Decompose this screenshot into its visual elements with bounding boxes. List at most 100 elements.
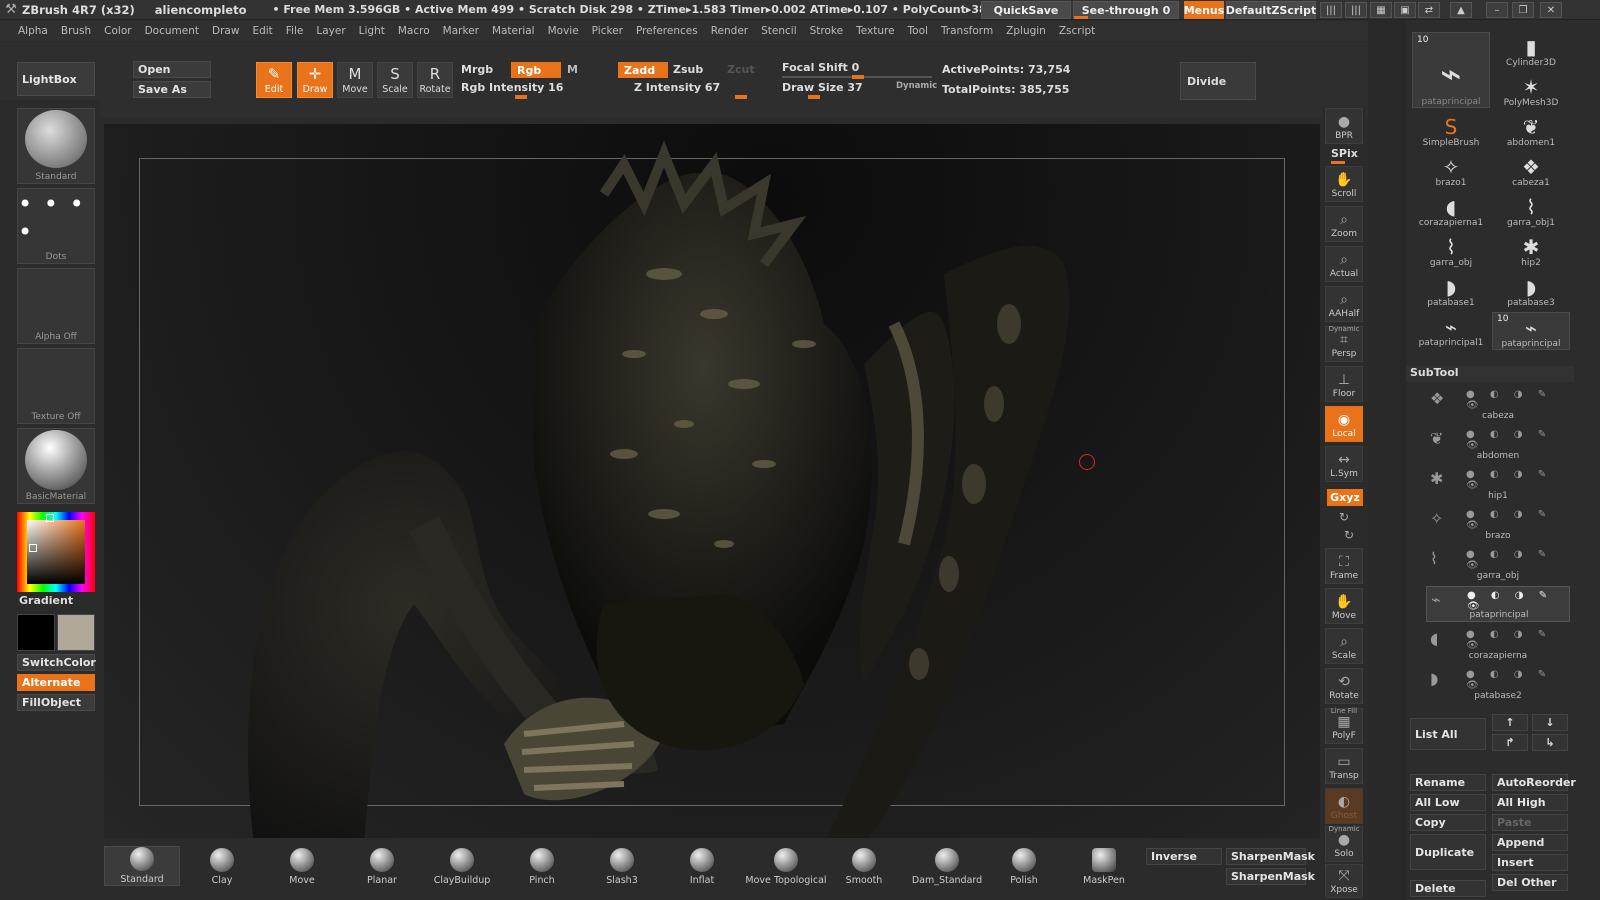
subtool-visibility-icons[interactable]: ● ◐ ◑ ✎ 👁 <box>1467 590 1569 612</box>
scroll-button[interactable]: ✋ Scroll <box>1325 166 1363 202</box>
scroll-right-icon[interactable]: ||| <box>1345 2 1367 18</box>
layout-swap-icon[interactable]: ⇄ <box>1418 2 1440 18</box>
alternate-button[interactable]: Alternate <box>17 674 95 691</box>
maximize-icon[interactable]: ❐ <box>1512 2 1534 18</box>
move-up-arrow-icon[interactable]: ↑ <box>1492 714 1528 731</box>
tool-patabase1[interactable]: ◗ patabase1 <box>1412 268 1490 308</box>
mrgb-toggle[interactable]: Mrgb <box>461 63 493 76</box>
menu-zplugin[interactable]: Zplugin <box>1006 25 1046 37</box>
tool-corazapierna1[interactable]: ◖ corazapierna1 <box>1412 188 1490 228</box>
scale-mode-button[interactable]: S Scale <box>377 62 413 98</box>
color-picker[interactable] <box>17 512 95 592</box>
lsym-button[interactable]: ↔ L.Sym <box>1325 446 1363 482</box>
dynamic-toggle[interactable]: Dynamic <box>896 81 937 91</box>
spix-slider[interactable]: SPix <box>1331 147 1358 160</box>
subtool-visibility-icons[interactable]: ● ◐ ◑ ✎ 👁 <box>1466 549 1570 571</box>
zbrush-logo-icon[interactable]: ⚒ <box>0 2 22 17</box>
menu-tool[interactable]: Tool <box>908 25 928 37</box>
see-through-slider[interactable]: See-through 0 <box>1073 1 1179 19</box>
menu-zscript[interactable]: Zscript <box>1059 25 1095 37</box>
sharpen-mask-button-2[interactable]: SharpenMask <box>1226 868 1315 885</box>
insert-button[interactable]: Insert <box>1492 854 1568 871</box>
close-icon[interactable]: ✕ <box>1540 2 1562 18</box>
menu-document[interactable]: Document <box>145 25 199 37</box>
brush-dam-standard[interactable]: Dam_Standard <box>904 846 990 886</box>
z-intensity-slider[interactable]: Z Intensity 67 <box>634 81 720 94</box>
subtool-visibility-icons[interactable]: ● ◐ ◑ ✎ 👁 <box>1466 669 1570 691</box>
brush-move-topological[interactable]: Move Topological <box>742 846 830 886</box>
actual-button[interactable]: ⌕ Actual <box>1325 246 1363 282</box>
list-all-button[interactable]: List All <box>1410 718 1486 750</box>
menu-render[interactable]: Render <box>711 25 748 37</box>
menu-layer[interactable]: Layer <box>316 25 345 37</box>
menu-macro[interactable]: Macro <box>398 25 430 37</box>
menu-edit[interactable]: Edit <box>252 25 272 37</box>
rotate-z-icon[interactable]: ↻ <box>1344 528 1354 542</box>
brush-inflat[interactable]: Inflat <box>664 846 740 886</box>
move-down-arrow-icon[interactable]: ↓ <box>1532 714 1568 731</box>
brush-smooth[interactable]: Smooth <box>826 846 902 886</box>
rgb-intensity-slider[interactable]: Rgb Intensity 16 <box>461 81 563 94</box>
tool-simplebrush[interactable]: S SimpleBrush <box>1412 108 1490 148</box>
tool-polymesh3d[interactable]: ✶ PolyMesh3D <box>1492 68 1570 108</box>
scale-view-button[interactable]: ⌕ Scale <box>1325 628 1363 664</box>
menu-alpha[interactable]: Alpha <box>18 25 48 37</box>
alien-model-render[interactable] <box>104 124 1320 838</box>
zoom-button[interactable]: ⌕ Zoom <box>1325 206 1363 242</box>
menu-movie[interactable]: Movie <box>548 25 579 37</box>
rotate-mode-button[interactable]: R Rotate <box>417 62 453 98</box>
primary-color-swatch[interactable] <box>17 614 55 651</box>
all-low-button[interactable]: All Low <box>1410 794 1486 811</box>
rgb-toggle[interactable]: Rgb <box>511 62 561 78</box>
subtool-row-corazapierna[interactable]: ◖ ● ◐ ◑ ✎ 👁 corazapierna <box>1426 626 1570 662</box>
tool-hip2[interactable]: ✱ hip2 <box>1492 228 1570 268</box>
brush-slash3[interactable]: Slash3 <box>584 846 660 886</box>
tool-brazo1[interactable]: ✧ brazo1 <box>1412 148 1490 188</box>
menu-stroke[interactable]: Stroke <box>810 25 843 37</box>
zadd-toggle[interactable]: Zadd <box>618 62 668 78</box>
brush-planar[interactable]: Planar <box>344 846 420 886</box>
subtool-visibility-icons[interactable]: ● ◐ ◑ ✎ 👁 <box>1466 629 1570 651</box>
inverse-button[interactable]: Inverse <box>1146 848 1222 865</box>
menu-material[interactable]: Material <box>492 25 535 37</box>
lightbox-button[interactable]: LightBox <box>17 62 95 96</box>
menu-color[interactable]: Color <box>104 25 131 37</box>
subtool-row-abdomen[interactable]: ❦ ● ◐ ◑ ✎ 👁 abdomen <box>1426 426 1570 462</box>
frame-button[interactable]: ⛶ Frame <box>1325 548 1363 584</box>
zsub-toggle[interactable]: Zsub <box>673 63 703 76</box>
brush-pinch[interactable]: Pinch <box>504 846 580 886</box>
move-mode-button[interactable]: M Move <box>337 62 373 98</box>
ghost-button[interactable]: ◐ Ghost <box>1325 788 1363 824</box>
m-toggle[interactable]: M <box>567 63 578 76</box>
redo-arrow-icon[interactable]: ↱ <box>1492 734 1528 751</box>
tool-patabase3[interactable]: ◗ patabase3 <box>1492 268 1570 308</box>
xyz-toggle[interactable]: Gxyz <box>1327 489 1363 506</box>
zcut-toggle[interactable]: Zcut <box>727 63 755 76</box>
subtool-row-patabase2[interactable]: ◗ ● ◐ ◑ ✎ 👁 patabase2 <box>1426 666 1570 702</box>
alpha-thumbnail[interactable]: Alpha Off <box>17 268 95 344</box>
delete-button[interactable]: Delete <box>1410 880 1486 897</box>
auto-reorder-button[interactable]: AutoReorder <box>1492 774 1576 791</box>
floor-button[interactable]: ⊥ Floor <box>1325 366 1363 402</box>
menus-button[interactable]: Menus <box>1184 1 1224 19</box>
edit-mode-button[interactable]: ✎ Edit <box>256 62 292 98</box>
paste-button[interactable]: Paste <box>1492 814 1568 831</box>
subtool-row-brazo[interactable]: ✧ ● ◐ ◑ ✎ 👁 brazo <box>1426 506 1570 542</box>
tool-abdomen1[interactable]: ❦ abdomen1 <box>1492 108 1570 148</box>
menu-file[interactable]: File <box>286 25 304 37</box>
transp-button[interactable]: ▭ Transp <box>1325 748 1363 784</box>
xpose-button[interactable]: ⤧ Xpose <box>1325 864 1363 898</box>
menu-texture[interactable]: Texture <box>856 25 894 37</box>
save-as-button[interactable]: Save As <box>133 81 211 98</box>
material-thumbnail[interactable]: BasicMaterial <box>17 428 95 504</box>
subtool-header[interactable]: SubTool <box>1406 366 1574 382</box>
append-button[interactable]: Append <box>1492 834 1568 851</box>
rename-button[interactable]: Rename <box>1410 774 1486 791</box>
brush-thumbnail[interactable]: Standard <box>17 108 95 184</box>
gradient-label[interactable]: Gradient <box>19 594 73 607</box>
secondary-color-swatch[interactable] <box>57 614 95 651</box>
menu-brush[interactable]: Brush <box>61 25 91 37</box>
undo-arrow-icon[interactable]: ↳ <box>1532 734 1568 751</box>
fill-object-button[interactable]: FillObject <box>17 694 95 711</box>
bpr-button[interactable]: ● BPR <box>1325 108 1363 144</box>
